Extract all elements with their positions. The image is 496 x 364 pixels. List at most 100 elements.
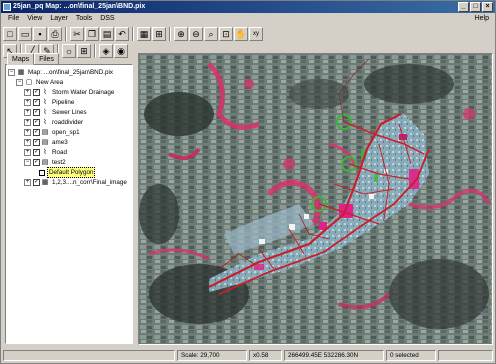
vector-layer-icon: ▤ [41,129,49,136]
tree-layer-item[interactable]: + ✓ ⌇ Pipeline [24,98,75,107]
tab-maps[interactable]: Maps [7,53,35,65]
vector-layer-icon: ⌇ [43,149,47,156]
tree-layer-item[interactable]: + ✓ ▤ open_sp1 [24,128,81,137]
expand-icon[interactable]: + [24,149,31,156]
zoom-box-icon: ⌕ [208,29,214,39]
vector-layer-icon: ⌇ [43,99,47,106]
area-icon: ▢ [25,79,33,86]
tree-layer-item[interactable]: + ✓ ⌇ roaddivider [24,118,84,127]
layer-visible-checkbox[interactable]: ✓ [33,149,40,156]
expand-icon[interactable]: + [24,139,31,146]
tree-area-label: New Area [36,79,64,86]
toolbar-separator [169,27,171,41]
layer-label: roaddivider [52,119,84,126]
layer-visible-checkbox[interactable]: ✓ [33,139,40,146]
menu-dss[interactable]: DSS [96,13,118,25]
zoom-in-button[interactable]: ⊕ [174,27,188,41]
expand-icon[interactable]: + [24,179,31,186]
open-button[interactable]: ▭ [18,27,32,41]
undo-button[interactable]: ↶ [115,27,129,41]
tree-layer-item[interactable]: + ✓ ⌇ Sewer Lines [24,108,88,117]
tree-image-layer[interactable]: + ✓ ▦ 1,2,3....n_corr\Final_image [24,178,128,187]
vector-layer-icon: ▤ [41,159,49,166]
collapse-icon[interactable]: − [8,69,15,76]
sublayer-label: Default Polygon [47,167,96,178]
layer-visible-checkbox[interactable]: ✓ [33,179,40,186]
zoom-box-button[interactable]: ⌕ [204,27,218,41]
layer-label: Pipeline [52,99,75,106]
toolbar-separator [65,27,67,41]
menu-file[interactable]: File [4,13,23,25]
layer-visible-checkbox[interactable]: ✓ [33,89,40,96]
copy-button[interactable]: ❐ [85,27,99,41]
pan-hand-icon: ✋ [235,29,247,39]
zoom-window-button[interactable]: ⊡ [219,27,233,41]
raster-icon: ▦ [41,179,49,186]
main-toolbar: □ ▭ ▪ ⎙ ✂ ❐ ▤ ↶ ▦ ⊞ ⊕ ⊖ ⌕ ⊡ ✋ xy [3,26,263,42]
satellite-image[interactable] [139,54,492,344]
layer-label: test2 [52,159,66,166]
status-coordinates: 266499.45E 532286.30N [284,349,384,361]
close-button[interactable]: × [482,2,493,12]
print-button[interactable]: ⎙ [48,27,62,41]
layer-visible-checkbox[interactable]: ✓ [33,129,40,136]
collapse-icon[interactable]: − [24,159,31,166]
vector-layer-icon: ⌇ [43,119,47,126]
expand-icon[interactable]: + [24,99,31,106]
tree-layer-item[interactable]: + ✓ ⌇ Road [24,148,68,157]
toolbar-separator [132,27,134,41]
collapse-icon[interactable]: − [16,79,23,86]
menu-view[interactable]: View [23,13,46,25]
tree-layer-item[interactable]: + ✓ ▤ ame3 [24,138,69,147]
polygon-swatch-icon [39,169,45,176]
menu-tools[interactable]: Tools [72,13,96,25]
pan-hand-button[interactable]: ✋ [234,27,248,41]
menu-layer[interactable]: Layer [46,13,72,25]
layer-label: Road [52,149,68,156]
layer-visible-checkbox[interactable]: ✓ [33,109,40,116]
paste-button[interactable]: ▤ [100,27,114,41]
expand-icon[interactable]: + [24,109,31,116]
title-bar: 25jan_pq Map: ...on\final_25jan\BND.pix … [1,1,495,13]
layer-panel: Maps Files − ▦ Map: ...on\final_25jan\BN… [3,53,135,345]
status-extra [438,349,493,361]
expand-icon[interactable]: + [24,129,31,136]
expand-icon[interactable]: + [24,119,31,126]
tree-layer-item[interactable]: − ✓ ▤ test2 [24,158,67,167]
map-icon: ▦ [17,69,25,76]
vector-layer-icon: ▤ [41,139,49,146]
cut-button[interactable]: ✂ [70,27,84,41]
vector-layer-icon: ⌇ [43,89,47,96]
save-button[interactable]: ▪ [33,27,47,41]
new-icon: □ [7,29,13,39]
layer-visible-checkbox[interactable]: ✓ [33,119,40,126]
coordinate-button[interactable]: xy [249,27,263,41]
maximize-button[interactable]: □ [470,2,481,12]
tree-sublayer-default-polygon[interactable]: Default Polygon [39,167,96,178]
menu-help[interactable]: Help [471,13,493,25]
zoom-extent-button[interactable]: ⊞ [152,27,166,41]
status-bar: Scale: 29,700 x0.58 266499.45E 532286.30… [1,348,495,362]
open-icon: ▭ [20,29,30,39]
new-button[interactable]: □ [3,27,17,41]
zoom-extent-icon: ⊞ [155,29,163,39]
zoom-out-button[interactable]: ⊖ [189,27,203,41]
paste-icon: ▤ [102,29,112,39]
layer-visible-checkbox[interactable]: ✓ [33,99,40,106]
print-icon: ⎙ [51,29,59,39]
expand-icon[interactable]: + [24,89,31,96]
menu-bar: File View Layer Tools DSS Help [1,13,495,25]
layer-label: Sewer Lines [52,109,87,116]
tree-area[interactable]: − ▢ New Area [16,78,64,87]
tree-layer-item[interactable]: + ✓ ⌇ Storm Water Drainage [24,88,115,97]
map-icon: ▦ [139,29,149,39]
vector-layer-icon: ⌇ [43,109,47,116]
map-view[interactable] [138,53,493,345]
layer-tree: − ▦ Map: ...on\final_25jan\BND.pix − ▢ N… [5,64,133,344]
minimize-button[interactable]: _ [458,2,469,12]
tree-root[interactable]: − ▦ Map: ...on\final_25jan\BND.pix [8,68,114,77]
layer-visible-checkbox[interactable]: ✓ [33,159,40,166]
image-layer-label: 1,2,3....n_corr\Final_image [52,179,127,186]
window-title: 25jan_pq Map: ...on\final_25jan\BND.pix [13,3,146,10]
map-button[interactable]: ▦ [137,27,151,41]
